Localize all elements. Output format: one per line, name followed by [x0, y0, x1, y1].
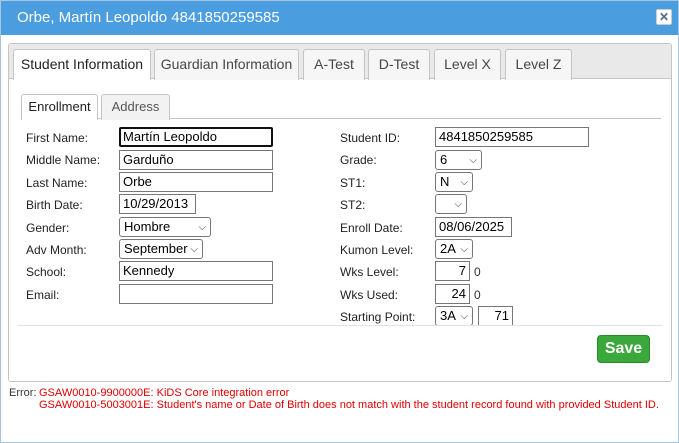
close-icon: ✕: [658, 10, 670, 24]
tab-level-x[interactable]: Level X: [434, 49, 501, 80]
dialog-title: Orbe, Martín Leopoldo 4841850259585: [17, 9, 280, 26]
st1-label: ST1:: [340, 176, 366, 190]
enroll-date-input[interactable]: 08/06/2025: [435, 217, 512, 237]
form-divider: [18, 325, 662, 326]
chevron-down-icon: ⌵: [454, 199, 462, 210]
chevron-down-icon: ⌵: [460, 311, 468, 322]
wks-level-label: Wks Level:: [340, 265, 399, 279]
adv-month-value: September: [124, 241, 188, 256]
gender-label: Gender:: [26, 221, 70, 235]
wks-used-label: Wks Used:: [340, 288, 399, 302]
dialog-titlebar[interactable]: Orbe, Martín Leopoldo 4841850259585 ✕: [1, 1, 678, 35]
main-tabbar: Student Information Guardian Information…: [9, 44, 671, 80]
error-message-1: GSAW0010-9900000E: KiDS Core integration…: [39, 387, 290, 399]
birth-date-input[interactable]: 10/29/2013: [119, 194, 196, 214]
tab-student-information[interactable]: Student Information: [13, 49, 151, 80]
wks-used-input[interactable]: 24: [435, 284, 470, 304]
chevron-down-icon: ⌵: [190, 244, 198, 255]
student-id-input[interactable]: 4841850259585: [435, 127, 589, 147]
save-button[interactable]: Save: [597, 335, 650, 363]
chevron-down-icon: ⌵: [460, 177, 468, 188]
last-name-label: Last Name:: [26, 176, 88, 190]
chevron-down-icon: ⌵: [469, 155, 477, 166]
starting-point-label: Starting Point:: [340, 310, 416, 324]
first-name-label: First Name:: [26, 131, 89, 145]
enroll-date-label: Enroll Date:: [340, 221, 403, 235]
sub-tabbar: Enrollment Address: [21, 94, 661, 120]
subtab-enrollment[interactable]: Enrollment: [21, 94, 98, 120]
wks-used-extra: 0: [474, 288, 481, 302]
st1-value: N: [440, 174, 450, 189]
starting-point-level-select[interactable]: 3A ⌵: [435, 306, 473, 326]
school-label: School:: [26, 265, 67, 279]
error-label: Error:: [9, 387, 37, 399]
starting-point-input[interactable]: 71: [478, 306, 513, 326]
email-input[interactable]: [119, 284, 273, 304]
tab-guardian-information[interactable]: Guardian Information: [154, 49, 299, 80]
middle-name-label: Middle Name:: [26, 153, 101, 167]
st2-select[interactable]: ⌵: [435, 194, 467, 214]
chevron-down-icon: ⌵: [460, 244, 468, 255]
wks-level-input[interactable]: 7: [435, 261, 470, 281]
tab-a-test[interactable]: A-Test: [303, 49, 365, 80]
subtab-address[interactable]: Address: [101, 94, 170, 120]
student-id-label: Student ID:: [340, 131, 401, 145]
email-label: Email:: [26, 288, 60, 302]
kumon-level-select[interactable]: 2A ⌵: [435, 239, 473, 259]
grade-select[interactable]: 6 ⌵: [435, 150, 482, 170]
tab-d-test[interactable]: D-Test: [368, 49, 430, 80]
starting-point-level-value: 3A: [440, 308, 456, 323]
wks-level-extra: 0: [474, 265, 481, 279]
close-button[interactable]: ✕: [656, 9, 672, 25]
middle-name-input[interactable]: Garduño: [119, 150, 273, 170]
kumon-level-value: 2A: [440, 241, 456, 256]
kumon-level-label: Kumon Level:: [340, 243, 414, 257]
chevron-down-icon: ⌵: [198, 222, 206, 233]
school-input[interactable]: Kennedy: [119, 261, 273, 281]
grade-value: 6: [440, 152, 448, 167]
first-name-input[interactable]: Martín Leopoldo: [119, 127, 273, 147]
birth-date-label: Birth Date:: [26, 198, 83, 212]
grade-label: Grade:: [340, 153, 377, 167]
st1-select[interactable]: N ⌵: [435, 172, 473, 192]
adv-month-select[interactable]: September ⌵: [119, 239, 203, 259]
student-dialog: Orbe, Martín Leopoldo 4841850259585 ✕ St…: [0, 0, 679, 443]
tab-level-z[interactable]: Level Z: [505, 49, 572, 80]
st2-label: ST2:: [340, 198, 366, 212]
gender-value: Hombre: [124, 219, 171, 234]
tabs-panel: Student Information Guardian Information…: [8, 43, 672, 382]
last-name-input[interactable]: Orbe: [119, 172, 273, 192]
error-message-2: GSAW0010-5003001E: Student's name or Dat…: [39, 399, 659, 411]
adv-month-label: Adv Month:: [26, 243, 87, 257]
gender-select[interactable]: Hombre ⌵: [119, 217, 211, 237]
